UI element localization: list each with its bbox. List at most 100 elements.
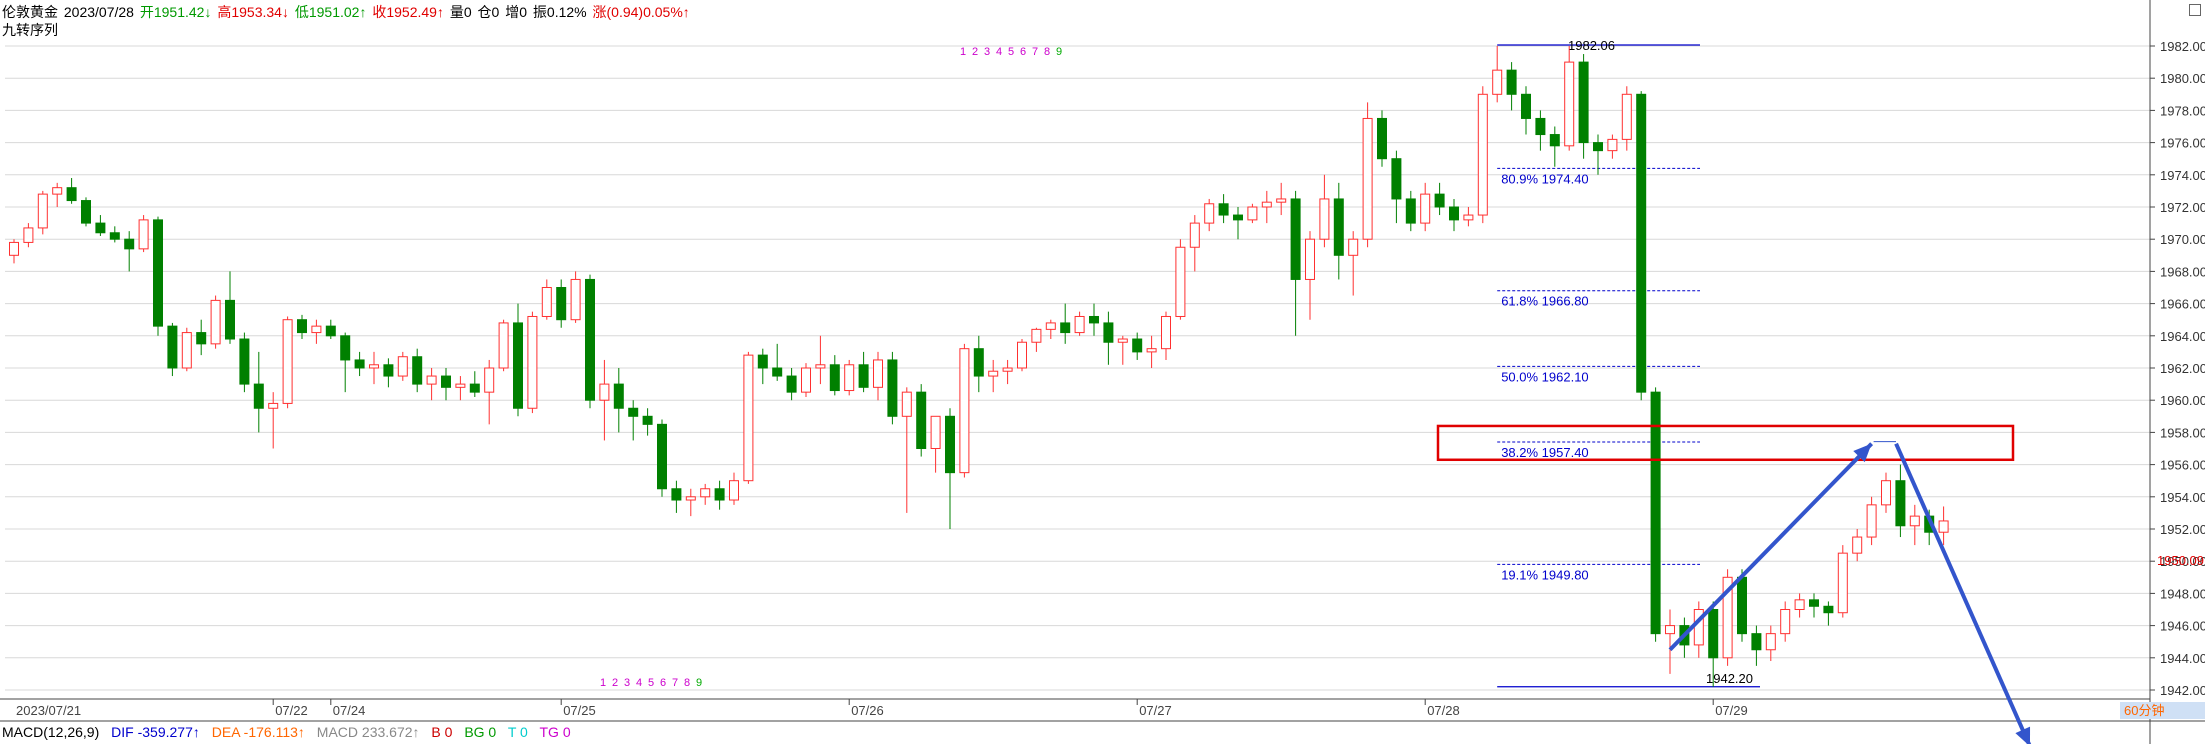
candle-body (354, 359, 365, 369)
x-tick-label: 07/29 (1715, 703, 1748, 718)
candle-body (829, 364, 840, 392)
candle-body (253, 383, 264, 409)
fib-high-label: 1982.06 (1568, 38, 1615, 53)
td-count-label: 4 (996, 46, 1002, 58)
candle-body (973, 348, 984, 377)
x-tick-label: 07/22 (275, 703, 308, 718)
x-tick-label: 07/27 (1139, 703, 1172, 718)
candle-body (369, 364, 379, 369)
candle-body (1578, 61, 1589, 144)
candle-body (1463, 214, 1474, 221)
candle-body (1506, 69, 1517, 95)
td-count-label: 3 (984, 46, 990, 58)
candle-body (469, 383, 480, 393)
y-tick-label: 1980.00 (2160, 71, 2205, 86)
candle-body (282, 319, 293, 404)
candle-body (1881, 480, 1891, 506)
candle-body (585, 278, 595, 401)
candle-body (181, 332, 192, 369)
candle-body (1348, 238, 1359, 256)
y-tick-label: 1958.00 (2160, 425, 2205, 440)
candle-body (685, 496, 696, 501)
candle-body (1593, 142, 1603, 152)
candle-body (570, 278, 581, 321)
candle-body (700, 488, 711, 498)
y-tick-label: 1970.00 (2160, 232, 2205, 247)
candle-body (743, 354, 754, 482)
candle-body (268, 402, 279, 409)
candle-body (887, 359, 898, 417)
candle-body (1636, 93, 1647, 393)
macd-value: MACD 233.672↑ (316, 724, 420, 740)
candle-body (1895, 480, 1906, 527)
candle-body (729, 480, 739, 501)
candle-body (1765, 633, 1776, 651)
y-tick-label: 1942.00 (2160, 683, 2205, 698)
candle-body (1276, 198, 1287, 203)
candle-body (628, 407, 639, 417)
candle-body (671, 488, 682, 501)
candle-body (1103, 322, 1114, 343)
candle-body (210, 299, 221, 345)
candle-body (1449, 206, 1459, 221)
candle-body (1650, 391, 1661, 635)
candle-body (1117, 338, 1128, 343)
candle-body (1420, 193, 1431, 224)
candle-body (37, 193, 48, 229)
candle-body (1794, 599, 1805, 611)
candle-body (426, 375, 437, 385)
candle-body (412, 356, 423, 385)
candle-body (95, 222, 106, 234)
candle-body (1017, 341, 1027, 369)
candle-body (1492, 69, 1503, 95)
candle-body (397, 356, 408, 377)
candle-body (772, 367, 783, 377)
candle-body (455, 383, 466, 388)
candlestick-chart[interactable]: 1982.00 1980.00 1978.00 1976.00 1974.00 1972.… (0, 0, 2205, 744)
candle-body (1938, 520, 1949, 533)
candle-body (1549, 134, 1560, 147)
candle-body (66, 187, 77, 202)
candle-body (124, 238, 135, 250)
candle-body (484, 367, 495, 393)
fib-level-label: 80.9% 1974.40 (1501, 171, 1588, 186)
candle-body (1031, 328, 1042, 343)
candle-body (9, 241, 19, 256)
td-count-label: 4 (636, 677, 642, 689)
candle-body (930, 415, 941, 449)
candle-body (1823, 605, 1834, 614)
candle-body (196, 332, 207, 345)
x-tick-label: 2023/07/21 (16, 703, 81, 718)
candle-body (1809, 599, 1819, 607)
y-tick-label: 1954.00 (2160, 490, 2205, 505)
macd-bg: BG 0 (464, 724, 497, 740)
candle-body (1909, 515, 1920, 527)
candle-body (801, 367, 811, 393)
candle-body (1089, 315, 1099, 324)
y-tick-label: 1974.00 (2160, 168, 2205, 183)
fib-level-label: 61.8% 1966.80 (1501, 294, 1588, 309)
current-price-label: 1950.09 (2157, 553, 2204, 568)
fib-level-label: 50.0% 1962.10 (1501, 369, 1588, 384)
y-tick-label: 1966.00 (2160, 297, 2205, 312)
candle-body (599, 383, 610, 401)
candle-body (1391, 158, 1402, 200)
candle-body (1247, 206, 1258, 221)
candle-body (513, 322, 523, 409)
candle-body (1477, 93, 1488, 216)
macd-dea: DEA -176.113↑ (211, 724, 305, 740)
candle-body (1002, 367, 1013, 372)
candle-body (844, 364, 855, 392)
macd-dif: DIF -359.277↑ (111, 724, 200, 740)
candle-body (988, 370, 999, 377)
candle-body (1751, 633, 1762, 651)
candle-body (1852, 536, 1863, 554)
y-tick-label: 1948.00 (2160, 586, 2205, 601)
td-count-label: 2 (972, 46, 978, 58)
candle-body (1737, 576, 1747, 635)
candle-body (52, 187, 63, 195)
candle-body (815, 364, 826, 369)
macd-b: B 0 (431, 724, 453, 740)
candle-body (556, 287, 567, 321)
candle-body (23, 227, 34, 243)
